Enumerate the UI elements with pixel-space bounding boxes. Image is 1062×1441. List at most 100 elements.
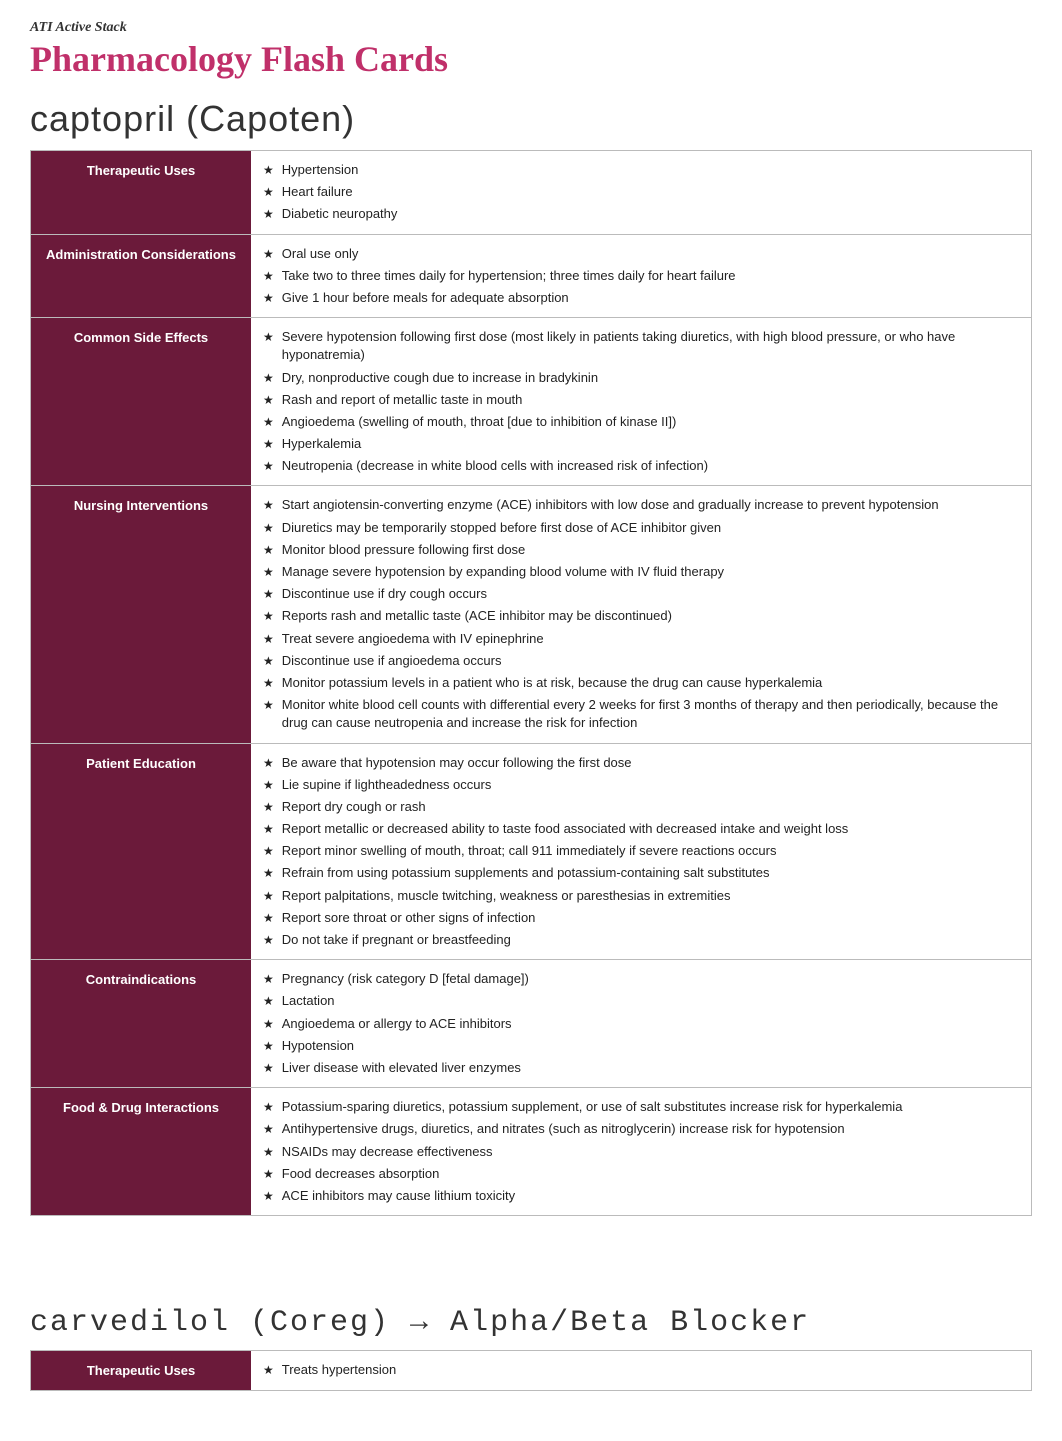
star-icon: ★ [263,458,274,475]
star-icon: ★ [263,206,274,223]
drug-title-1: captopril (Capoten) [30,98,1032,140]
label-patient-education: Patient Education [31,744,251,960]
star-icon: ★ [263,1144,274,1161]
row-admin-considerations: Administration Considerations ★Oral use … [31,235,1031,319]
list-item: ★Monitor potassium levels in a patient w… [263,674,1019,692]
star-icon: ★ [263,799,274,816]
star-icon: ★ [263,370,274,387]
brand-label: ATI Active Stack [30,20,1032,36]
content-therapeutic-uses: ★Hypertension ★Heart failure ★Diabetic n… [251,151,1031,234]
star-icon: ★ [263,777,274,794]
star-icon: ★ [263,520,274,537]
row-nursing-interventions: Nursing Interventions ★Start angiotensin… [31,486,1031,743]
star-icon: ★ [263,888,274,905]
list-item: ★Food decreases absorption [263,1165,1019,1183]
list-item: ★Take two to three times daily for hyper… [263,267,1019,285]
star-icon: ★ [263,162,274,179]
list-item: ★Refrain from using potassium supplement… [263,864,1019,882]
star-icon: ★ [263,586,274,603]
star-icon: ★ [263,184,274,201]
star-icon: ★ [263,1016,274,1033]
list-item: ★Heart failure [263,183,1019,201]
star-icon: ★ [263,1060,274,1077]
star-icon: ★ [263,268,274,285]
list-item: ★Angioedema or allergy to ACE inhibitors [263,1015,1019,1033]
star-icon: ★ [263,631,274,648]
row-therapeutic-uses: Therapeutic Uses ★Hypertension ★Heart fa… [31,151,1031,235]
label-admin-considerations: Administration Considerations [31,235,251,318]
star-icon: ★ [263,971,274,988]
star-icon: ★ [263,1166,274,1183]
star-icon: ★ [263,865,274,882]
content-common-side-effects: ★Severe hypotension following first dose… [251,318,1031,485]
list-item: ★Manage severe hypotension by expanding … [263,563,1019,581]
page-title: Pharmacology Flash Cards [30,38,1032,80]
star-icon: ★ [263,608,274,625]
list-item: ★Report dry cough or rash [263,798,1019,816]
list-item: ★ACE inhibitors may cause lithium toxici… [263,1187,1019,1205]
content-contraindications: ★Pregnancy (risk category D [fetal damag… [251,960,1031,1087]
star-icon: ★ [263,246,274,263]
list-item: ★Antihypertensive drugs, diuretics, and … [263,1120,1019,1138]
list-item: ★Lactation [263,992,1019,1010]
row-patient-education: Patient Education ★Be aware that hypoten… [31,744,1031,961]
star-icon: ★ [263,1188,274,1205]
list-item: ★Hyperkalemia [263,435,1019,453]
list-item: ★Do not take if pregnant or breastfeedin… [263,931,1019,949]
list-item: ★Reports rash and metallic taste (ACE in… [263,607,1019,625]
list-item: ★Be aware that hypotension may occur fol… [263,754,1019,772]
flash-card-1: Therapeutic Uses ★Hypertension ★Heart fa… [30,150,1032,1216]
label-food-drug-interactions: Food & Drug Interactions [31,1088,251,1215]
row-common-side-effects: Common Side Effects ★Severe hypotension … [31,318,1031,486]
star-icon: ★ [263,1362,274,1379]
list-item: ★Diuretics may be temporarily stopped be… [263,519,1019,537]
star-icon: ★ [263,932,274,949]
star-icon: ★ [263,653,274,670]
list-item: ★Give 1 hour before meals for adequate a… [263,289,1019,307]
star-icon: ★ [263,1099,274,1116]
star-icon: ★ [263,392,274,409]
drug-title-2: carvedilol (Coreg) → Alpha/Beta Blocker [30,1306,1032,1340]
list-item: ★Monitor blood pressure following first … [263,541,1019,559]
label-nursing-interventions: Nursing Interventions [31,486,251,742]
star-icon: ★ [263,542,274,559]
list-item: ★Report metallic or decreased ability to… [263,820,1019,838]
list-item: ★Dry, nonproductive cough due to increas… [263,369,1019,387]
star-icon: ★ [263,697,274,714]
star-icon: ★ [263,564,274,581]
list-item: ★Report palpitations, muscle twitching, … [263,887,1019,905]
star-icon: ★ [263,436,274,453]
star-icon: ★ [263,910,274,927]
row-contraindications: Contraindications ★Pregnancy (risk categ… [31,960,1031,1088]
list-item: ★Discontinue use if angioedema occurs [263,652,1019,670]
content-admin-considerations: ★Oral use only ★Take two to three times … [251,235,1031,318]
list-item: ★NSAIDs may decrease effectiveness [263,1143,1019,1161]
list-item: ★Severe hypotension following first dose… [263,328,1019,364]
star-icon: ★ [263,843,274,860]
star-icon: ★ [263,675,274,692]
label-contraindications: Contraindications [31,960,251,1087]
flash-card-2: Therapeutic Uses ★Treats hypertension [30,1350,1032,1391]
row-food-drug-interactions: Food & Drug Interactions ★Potassium-spar… [31,1088,1031,1215]
list-item: ★Angioedema (swelling of mouth, throat [… [263,413,1019,431]
list-item: ★Oral use only [263,245,1019,263]
list-item: ★Liver disease with elevated liver enzym… [263,1059,1019,1077]
list-item: ★Potassium-sparing diuretics, potassium … [263,1098,1019,1116]
list-item: ★Treat severe angioedema with IV epineph… [263,630,1019,648]
star-icon: ★ [263,290,274,307]
list-item: ★Report minor swelling of mouth, throat;… [263,842,1019,860]
list-item: ★Start angiotensin-converting enzyme (AC… [263,496,1019,514]
content-therapeutic-uses-2: ★Treats hypertension [251,1351,1031,1390]
label-common-side-effects: Common Side Effects [31,318,251,485]
star-icon: ★ [263,329,274,346]
list-item: ★Rash and report of metallic taste in mo… [263,391,1019,409]
list-item: ★Monitor white blood cell counts with di… [263,696,1019,732]
list-item: ★Discontinue use if dry cough occurs [263,585,1019,603]
list-item: ★Lie supine if lightheadedness occurs [263,776,1019,794]
content-patient-education: ★Be aware that hypotension may occur fol… [251,744,1031,960]
star-icon: ★ [263,414,274,431]
star-icon: ★ [263,993,274,1010]
star-icon: ★ [263,497,274,514]
list-item: ★Report sore throat or other signs of in… [263,909,1019,927]
content-food-drug-interactions: ★Potassium-sparing diuretics, potassium … [251,1088,1031,1215]
